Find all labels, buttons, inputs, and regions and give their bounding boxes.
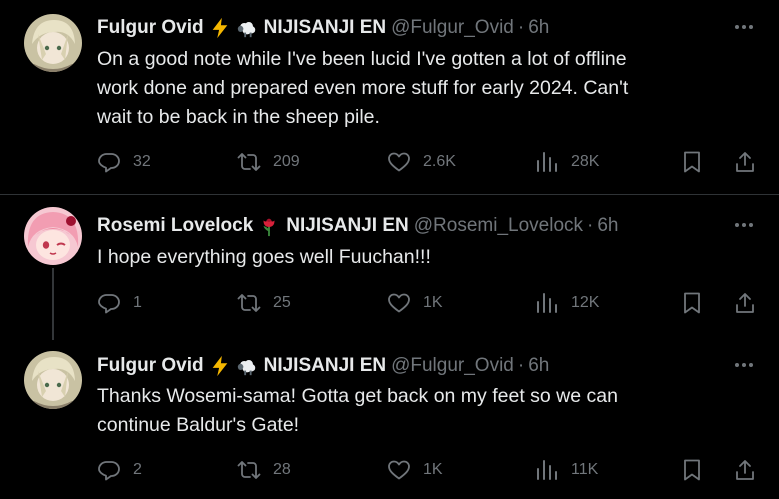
avatar-fulgur[interactable] (24, 351, 82, 409)
share-button[interactable] (733, 457, 757, 483)
author-name[interactable]: Fulgur Ovid (97, 17, 204, 39)
more-icon (735, 25, 753, 29)
like-button[interactable]: 1K (387, 290, 443, 316)
timestamp[interactable]: 6h (528, 17, 549, 39)
like-button[interactable]: 2.6K (387, 149, 456, 175)
separator-dot: · (517, 17, 525, 38)
reply-count: 32 (133, 153, 151, 170)
avatar-rosemi[interactable] (24, 207, 82, 265)
tweet-2[interactable]: Rosemi Lovelock NIJISANJI EN @Rosemi_Lov… (0, 195, 779, 340)
tweet-1[interactable]: Fulgur Ovid NIJISANJI EN @Fulgur_Ovid · … (0, 0, 779, 194)
author-org: NIJISANJI EN (263, 17, 387, 38)
share-button[interactable] (733, 149, 757, 175)
repost-icon (237, 294, 261, 312)
repost-icon (237, 153, 261, 171)
tweet-actions: 32 209 2.6K 28K (97, 149, 757, 175)
rose-icon (258, 215, 280, 237)
author-name[interactable]: Fulgur Ovid (97, 355, 204, 377)
tweet-text: Thanks Wosemi-sama! Gotta get back on my… (97, 385, 618, 436)
bookmark-icon (684, 292, 700, 314)
share-button[interactable] (733, 290, 757, 316)
avatar-fulgur[interactable] (24, 14, 82, 72)
views-count: 12K (571, 294, 600, 311)
like-button[interactable]: 1K (387, 457, 443, 483)
sheep-icon (236, 355, 258, 377)
author-handle[interactable]: @Fulgur_Ovid (391, 17, 514, 39)
views-button[interactable]: 12K (535, 290, 599, 316)
more-options-button[interactable] (733, 18, 755, 36)
more-icon (735, 223, 753, 227)
like-count: 2.6K (423, 153, 456, 170)
like-count: 1K (423, 461, 443, 478)
repost-count: 209 (273, 153, 300, 170)
views-button[interactable]: 11K (535, 457, 598, 483)
separator-dot: · (517, 355, 525, 376)
views-icon (537, 293, 557, 313)
reply-button[interactable]: 2 (97, 457, 142, 483)
repost-button[interactable]: 28 (237, 457, 291, 483)
author-org: NIJISANJI EN (263, 355, 387, 376)
author-handle[interactable]: @Fulgur_Ovid (391, 355, 514, 377)
timestamp[interactable]: 6h (597, 215, 618, 237)
like-count: 1K (423, 294, 443, 311)
more-options-button[interactable] (733, 216, 755, 234)
views-icon (537, 460, 557, 480)
more-icon (735, 363, 753, 367)
share-icon (736, 293, 754, 313)
more-options-button[interactable] (733, 356, 755, 374)
tweet-actions: 1 25 1K 12K (97, 290, 757, 316)
timestamp[interactable]: 6h (528, 355, 549, 377)
reply-count: 2 (133, 461, 142, 478)
author-handle[interactable]: @Rosemi_Lovelock (414, 215, 583, 237)
sheep-icon (236, 17, 258, 39)
author-org: NIJISANJI EN (286, 215, 409, 236)
bookmark-button[interactable] (680, 149, 704, 175)
reply-icon (98, 461, 120, 481)
views-count: 11K (571, 461, 599, 478)
like-icon (388, 152, 410, 172)
views-button[interactable]: 28K (535, 149, 599, 175)
reply-icon (98, 294, 120, 314)
views-icon (537, 152, 557, 172)
lightning-icon (209, 355, 231, 377)
author-name[interactable]: Rosemi Lovelock (97, 215, 253, 237)
bookmark-icon (684, 151, 700, 173)
reply-count: 1 (133, 294, 142, 311)
share-icon (736, 460, 754, 480)
bookmark-icon (684, 459, 700, 481)
repost-icon (237, 461, 261, 479)
reply-button[interactable]: 32 (97, 149, 151, 175)
lightning-icon (209, 17, 231, 39)
repost-count: 25 (273, 294, 291, 311)
like-icon (388, 460, 410, 480)
repost-button[interactable]: 25 (237, 290, 291, 316)
bookmark-button[interactable] (680, 290, 704, 316)
like-icon (388, 293, 410, 313)
reply-icon (98, 153, 120, 173)
repost-button[interactable]: 209 (237, 149, 300, 175)
repost-count: 28 (273, 461, 291, 478)
tweet-actions: 2 28 1K 11K (97, 457, 757, 483)
tweet-text: On a good note while I've been lucid I'v… (97, 48, 629, 128)
tweet-text: I hope everything goes well Fuuchan!!! (97, 246, 431, 268)
tweet-3[interactable]: Fulgur Ovid NIJISANJI EN @Fulgur_Ovid · … (0, 340, 779, 499)
separator-dot: · (587, 215, 594, 236)
share-icon (736, 152, 754, 172)
bookmark-button[interactable] (680, 457, 704, 483)
reply-button[interactable]: 1 (97, 290, 142, 316)
views-count: 28K (571, 153, 600, 170)
